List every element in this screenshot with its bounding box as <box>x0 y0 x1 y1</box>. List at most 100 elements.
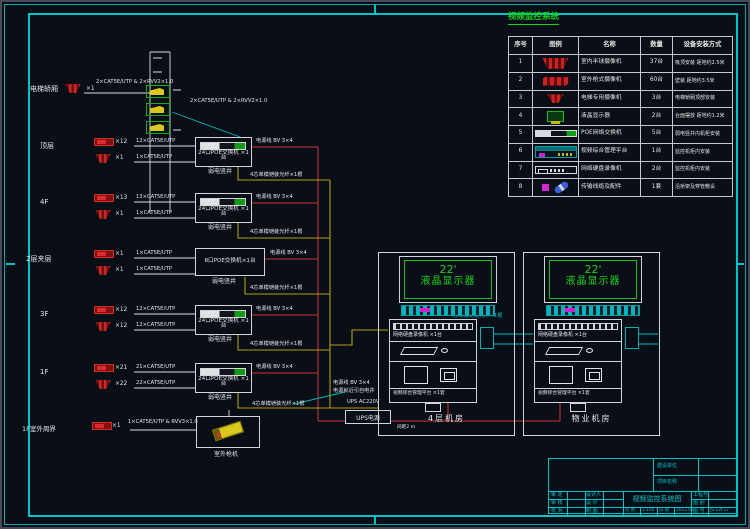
fiber-cable-label: 4芯单模铠装光纤×1根 <box>250 285 303 291</box>
legend-col-no: 序号 <box>508 36 533 55</box>
legend-name: 电梯专用摄像机 <box>578 89 641 109</box>
titleblock-line <box>640 507 641 515</box>
floor-label: 3F <box>40 310 49 318</box>
legend-name: 视频综合管理平台 <box>578 142 641 162</box>
bullet-camera-icon <box>94 364 114 372</box>
legend-row: 8 传输线缆及配件 1套 沿桥架及穿管敷设 <box>508 178 733 197</box>
legend-no: 1 <box>508 54 533 73</box>
cable-icon <box>553 180 570 195</box>
legend-header-row: 序号 图例 名称 数量 设备安装方式 <box>508 36 733 55</box>
camera-count: ×1 <box>115 267 124 273</box>
design-label: 设 计 <box>586 500 598 506</box>
legend-qty: 5台 <box>640 125 673 144</box>
title-block: 建设单位 项目名称 审 定 审 核 校 对 设计人 设 计 制 图 视频监控系统… <box>548 458 738 515</box>
switch-box: 8口POE交换机×1台 <box>195 248 265 276</box>
legend-install: 台面摆放 距地约1.2米 <box>672 107 733 126</box>
camera-count: ×21 <box>115 365 128 371</box>
switch-box: 24口POE交换机 ×1台 <box>195 363 252 393</box>
drawing-no-label: 图 号 <box>693 508 705 514</box>
legend-install: 监控机柜内安装 <box>672 160 733 180</box>
equipment-rack: 网络硬盘录像机 ×1台 视频综合管理平台 ×1套 <box>389 319 477 403</box>
lcd-monitor-icon <box>547 111 564 125</box>
legend-name: 室内半球摄像机 <box>578 54 641 73</box>
legend-name: 传输线缆及配件 <box>578 178 641 197</box>
titleblock-line <box>623 491 624 515</box>
cable-label: 1×CAT5E/UTP & RVV3×1.0 <box>128 419 198 425</box>
switch-box: 24口POE交换机 ×1台 <box>195 137 252 167</box>
titleblock-line <box>708 491 709 515</box>
switch-device-icon <box>200 368 246 376</box>
drafter-label: 制 图 <box>586 508 598 514</box>
rack-divider <box>535 361 621 362</box>
rack-platform-label: 视频综合管理平台 ×1套 <box>538 391 590 396</box>
rack-divider <box>390 341 476 342</box>
fiber-cable-label: 4芯单模铠装光纤×1根 <box>250 341 303 347</box>
mini-dome-camera-icon <box>547 94 564 104</box>
power-cable-label: 电源线 BV 3×4 <box>256 194 293 200</box>
switch-device-icon <box>200 198 246 206</box>
lcd-monitor: 22' 液晶显示器 <box>544 256 642 303</box>
switch-label: 24口POE交换机 ×1台 <box>198 205 249 218</box>
legend-no: 6 <box>508 142 533 162</box>
legend-col-symbol: 图例 <box>532 36 579 55</box>
legend-qty: 1套 <box>640 178 673 197</box>
camera-count: ×1 <box>115 211 124 217</box>
legend-install: 监控机柜内安装 <box>672 142 733 162</box>
camera-count: ×1 <box>115 251 124 257</box>
cable-label: 12×CAT5E/UTP <box>136 138 176 144</box>
legend-name: 液晶显示器 <box>578 107 641 126</box>
rack-device-label: 网络硬盘录像机 ×1台 <box>393 332 442 338</box>
monitor-type-label: 液晶显示器 <box>420 276 476 288</box>
titleblock-line <box>549 491 738 492</box>
switch-device-icon <box>200 142 246 150</box>
project-label: 项目名称 <box>657 479 678 485</box>
legend-name: 网络硬盘录像机 <box>578 160 641 180</box>
owner-label: 建设单位 <box>657 463 678 469</box>
video-platform-icon <box>546 305 640 316</box>
video-platform-icon <box>535 146 577 159</box>
legend-qty: 1台 <box>640 142 673 162</box>
cable-label: 12×CAT5E/UTP <box>136 306 176 312</box>
rack-base <box>570 403 586 412</box>
equipment-rack: 网络硬盘录像机 ×1台 视频综合管理平台 ×1套 <box>534 319 622 403</box>
switch-label: 24口POE交换机 ×1台 <box>198 149 249 162</box>
legend-install: 电梯轿厢顶部安装 <box>672 89 733 109</box>
legend-qty: 60台 <box>640 71 673 91</box>
legend-install: 沿桥架及穿管敷设 <box>672 178 733 197</box>
rack-divider <box>535 388 621 389</box>
monitor-size-label: 22' <box>439 263 457 276</box>
cable-label: 1×CAT5E/UTP <box>136 250 173 256</box>
titleblock-line <box>674 507 675 515</box>
lcd-monitor: 22' 液晶显示器 <box>399 256 497 303</box>
cable-label: 13×CAT5E/UTP <box>136 194 176 200</box>
cad-drawing-canvas: 电梯轿厢 ×1 2×CAT5E/UTP & 2×RVV2×1.0 2×CAT5E… <box>0 0 750 529</box>
legend-install: 吸顶安装 距地约2.5米 <box>672 54 733 73</box>
outdoor-box-label: 室外枪机 <box>214 451 239 458</box>
legend-no: 2 <box>508 71 533 91</box>
video-platform-icon <box>401 305 495 316</box>
shaft-label: 弱电竖井 <box>208 394 233 401</box>
shaft-label: 弱电竖井 <box>212 278 237 285</box>
legend-name: POE网络交换机 <box>578 125 641 144</box>
rack-switch-icon <box>538 323 618 330</box>
date-label: 日 期 <box>659 508 669 513</box>
legend-no: 5 <box>508 125 533 144</box>
monitor-type-label: 液晶显示器 <box>565 276 621 288</box>
switch-label: 24口POE交换机 ×1台 <box>198 375 249 388</box>
legend-col-name: 名称 <box>578 36 641 55</box>
switch-box: 24口POE交换机 ×1台 <box>195 193 252 223</box>
rack-divider <box>390 361 476 362</box>
cable-label: 1×CAT5E/UTP <box>136 210 173 216</box>
switch-label: 24口POE交换机 ×1台 <box>198 317 249 330</box>
power-cable-label: 电源线 BV 3×4 <box>256 306 293 312</box>
rack-device-label: 网络硬盘录像机 ×1台 <box>538 332 587 338</box>
titleblock-line <box>657 507 658 515</box>
ups-power-cable-label: 电源线 BV 3×4 <box>333 380 370 386</box>
checker-label: 审 核 <box>551 500 563 506</box>
frame-tick-right <box>736 263 744 265</box>
cable-label: 1×CAT5E/UTP <box>136 266 173 272</box>
proofer-label: 校 对 <box>551 508 563 514</box>
date-value: 2012.06 <box>676 508 694 513</box>
rack-platform-label: 视频综合管理平台 ×1套 <box>393 391 445 396</box>
rack-divider <box>535 341 621 342</box>
